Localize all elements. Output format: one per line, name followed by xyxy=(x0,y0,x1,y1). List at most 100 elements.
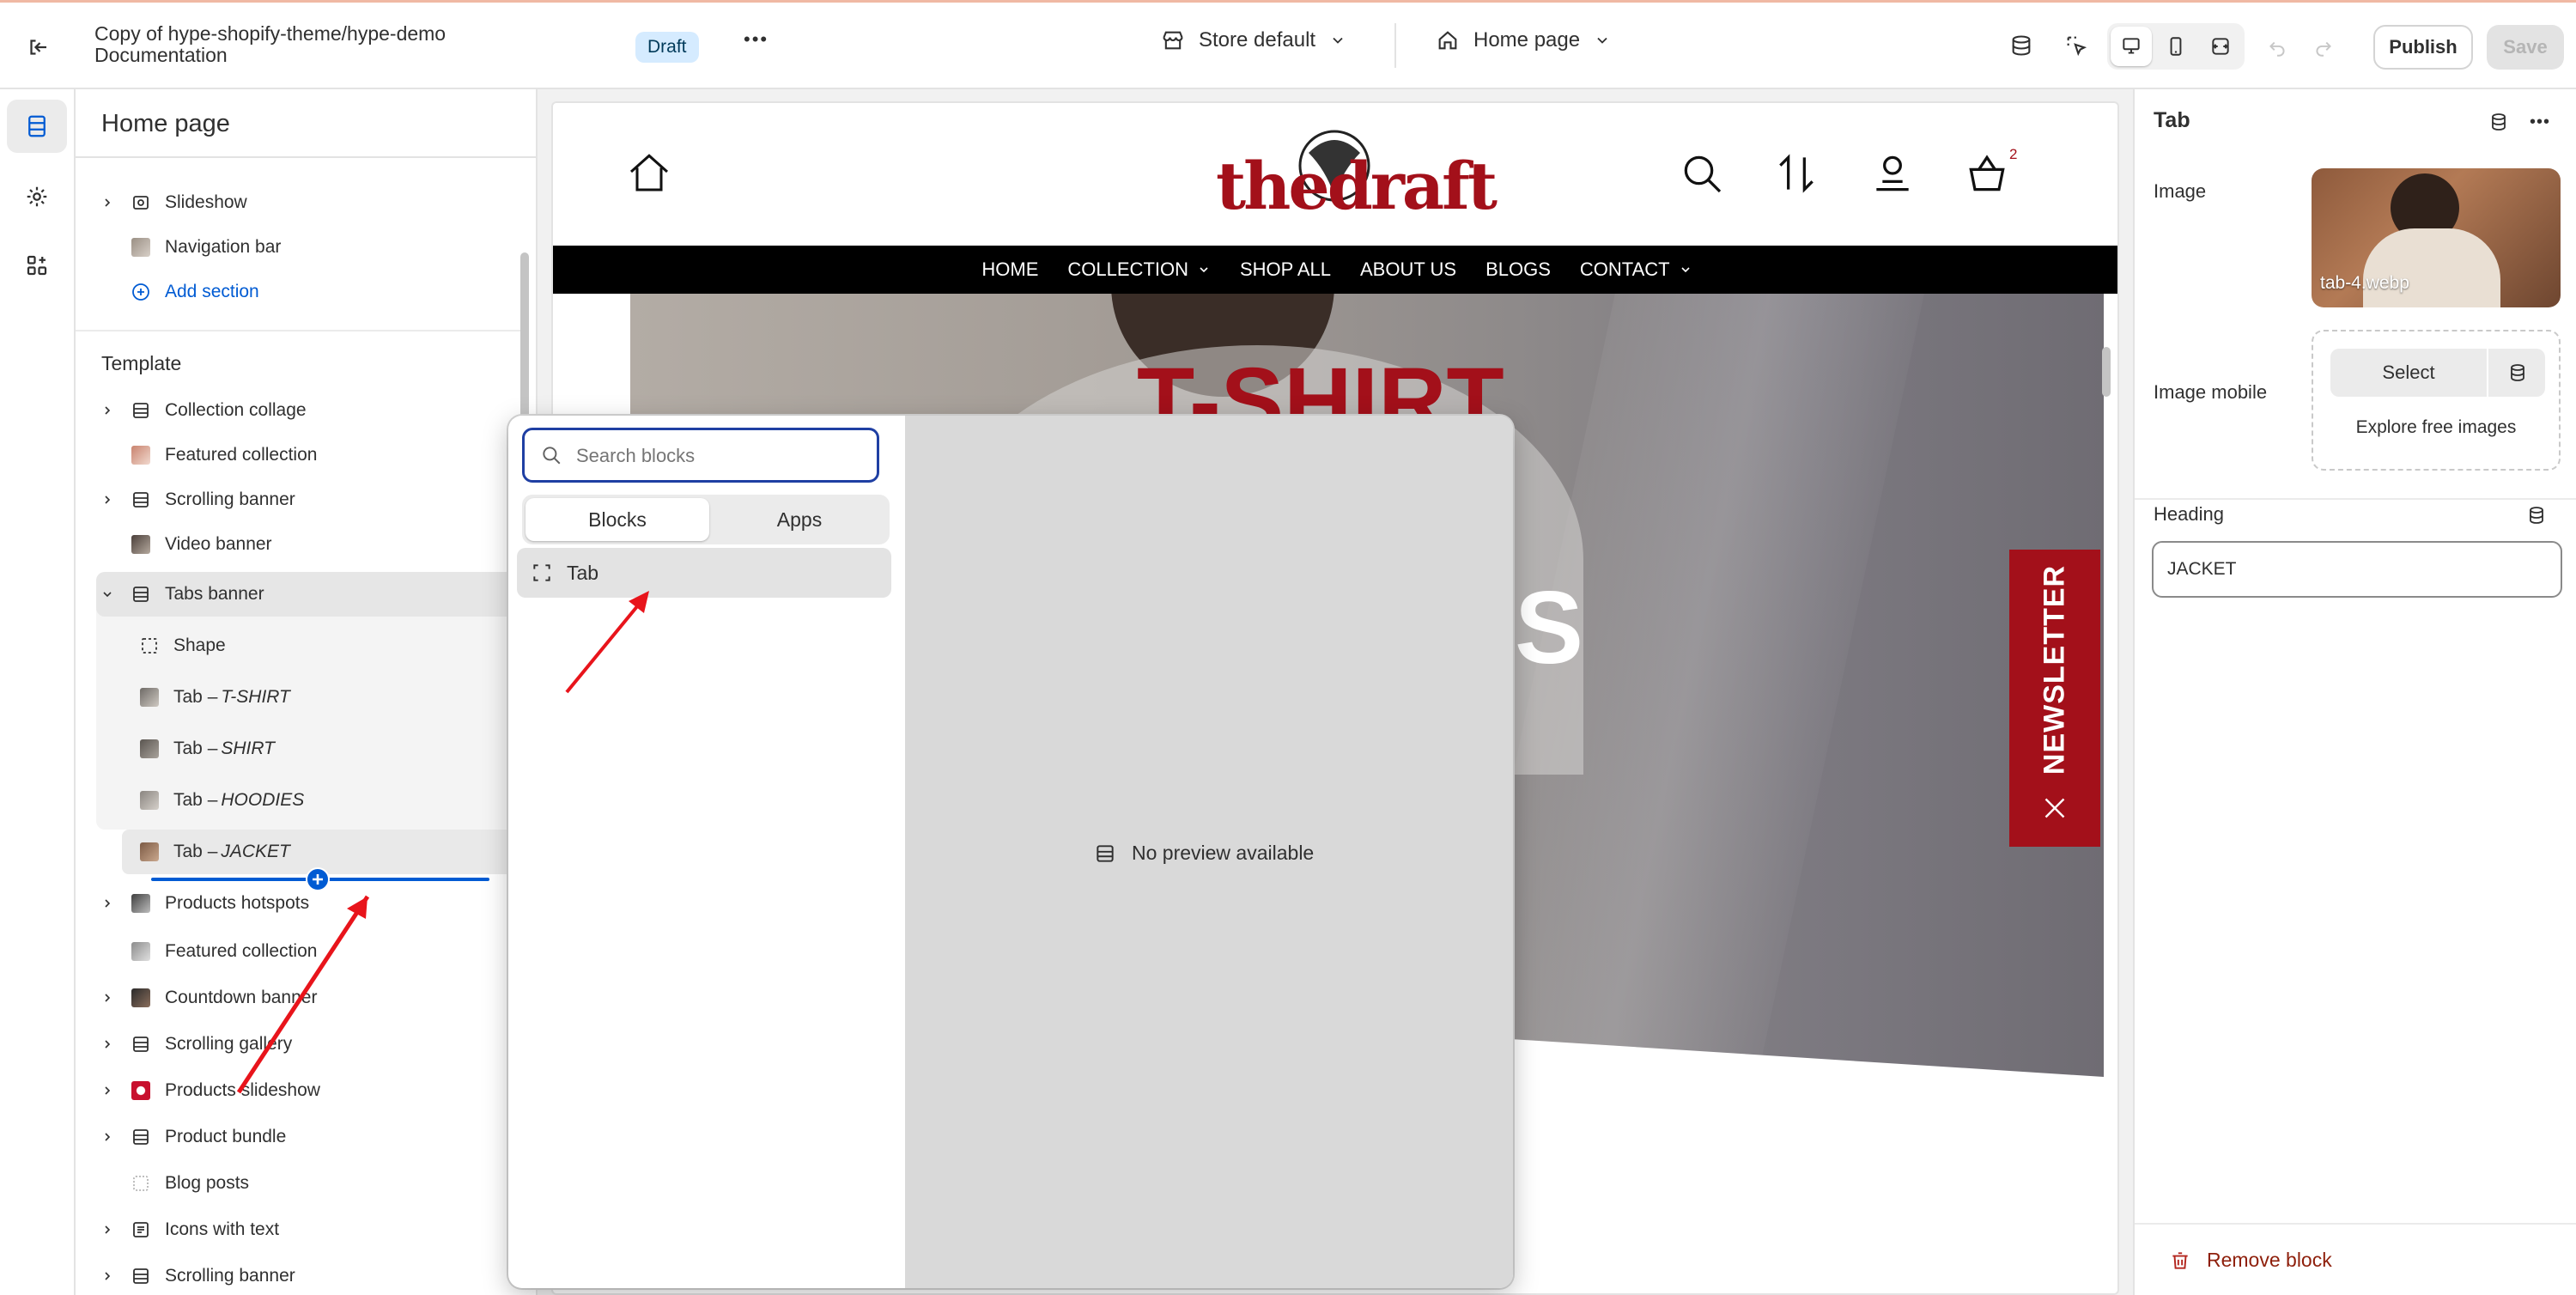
block-tab-shirt[interactable]: Tab – SHIRT xyxy=(122,727,517,771)
section-navigation-bar[interactable]: Navigation bar xyxy=(96,225,517,270)
inspector-select-icon[interactable] xyxy=(2059,28,2093,63)
section-featured-collection[interactable]: Featured collection xyxy=(96,433,517,477)
nav-about-us[interactable]: ABOUT US xyxy=(1360,258,1456,281)
desktop-icon[interactable] xyxy=(2111,27,2152,66)
database-icon[interactable] xyxy=(2483,106,2514,137)
fullscreen-icon[interactable] xyxy=(2200,27,2241,66)
chevron-right-icon[interactable] xyxy=(96,196,118,210)
explore-free-images-link[interactable]: Explore free images xyxy=(2313,417,2559,438)
remove-block-button[interactable]: Remove block xyxy=(2169,1249,2332,1272)
chevron-right-icon[interactable] xyxy=(96,1084,118,1097)
newsletter-tab[interactable]: NEWSLETTER xyxy=(2009,550,2100,847)
save-button[interactable]: Save xyxy=(2487,25,2564,70)
section-video-banner[interactable]: Video banner xyxy=(96,522,517,567)
nav-contact[interactable]: CONTACT xyxy=(1580,258,1692,281)
home-icon[interactable] xyxy=(623,146,675,198)
section-collection-collage[interactable]: Collection collage xyxy=(96,388,517,433)
nav-shop-all[interactable]: SHOP ALL xyxy=(1240,258,1331,281)
image-thumbnail-icon xyxy=(139,790,160,811)
search-blocks-input[interactable] xyxy=(576,441,865,471)
section-blog-posts[interactable]: Blog posts xyxy=(96,1161,517,1206)
store-logo[interactable]: thedraft xyxy=(1206,119,1498,247)
image-mobile-dropzone[interactable]: Select Explore free images xyxy=(2312,330,2561,471)
heading-input[interactable] xyxy=(2152,541,2562,598)
image-filename: tab-4.webp xyxy=(2320,273,2409,293)
page-title: Home page xyxy=(101,110,230,137)
publish-button[interactable]: Publish xyxy=(2373,25,2473,70)
image-thumbnail-icon xyxy=(131,893,151,914)
nav-blogs[interactable]: BLOGS xyxy=(1485,258,1551,281)
select-image-button[interactable]: Select xyxy=(2330,349,2488,397)
add-section-button[interactable]: Add section xyxy=(96,270,517,314)
store-selector[interactable]: Store default xyxy=(1161,28,1346,52)
block-icon xyxy=(533,564,550,581)
store-nav: HOME COLLECTION SHOP ALL ABOUT US BLOGS … xyxy=(553,246,2117,294)
chevron-right-icon[interactable] xyxy=(96,493,118,507)
inspector-title: Tab xyxy=(2154,108,2190,132)
block-tab-tshirt[interactable]: Tab – T-SHIRT xyxy=(122,675,517,720)
more-actions-button[interactable]: ••• xyxy=(744,28,769,51)
apps-icon[interactable] xyxy=(7,239,67,292)
chevron-right-icon[interactable] xyxy=(96,1269,118,1283)
image-thumbnail-icon xyxy=(131,237,151,258)
search-icon xyxy=(543,447,561,465)
chevron-right-icon[interactable] xyxy=(96,1130,118,1144)
search-icon[interactable] xyxy=(1676,148,1728,199)
image-thumbnail-icon xyxy=(131,534,151,555)
preview-scrollbar[interactable] xyxy=(2102,347,2111,397)
viewport-switcher xyxy=(2107,23,2245,70)
sections-icon[interactable] xyxy=(7,100,67,153)
chevron-down-icon[interactable] xyxy=(96,587,118,601)
database-icon[interactable] xyxy=(2521,500,2552,531)
tab-apps[interactable]: Apps xyxy=(713,498,886,541)
close-icon[interactable] xyxy=(2038,792,2071,824)
chevron-right-icon[interactable] xyxy=(96,1037,118,1051)
section-tabs-banner[interactable]: Tabs banner xyxy=(96,572,517,617)
section-slideshow[interactable]: Slideshow xyxy=(96,180,517,225)
chevron-right-icon[interactable] xyxy=(96,1223,118,1237)
section-label: Navigation bar xyxy=(165,237,282,257)
section-scrolling-banner-2[interactable]: Scrolling banner xyxy=(96,1254,517,1295)
section-icon xyxy=(1097,844,1114,862)
redo-icon[interactable] xyxy=(2306,30,2341,64)
theme-title-line2: Documentation xyxy=(94,44,228,66)
divider xyxy=(2135,1223,2576,1225)
nav-home[interactable]: HOME xyxy=(981,258,1038,281)
image-thumbnail-icon xyxy=(139,739,160,759)
theme-settings-icon[interactable] xyxy=(2004,28,2038,63)
undo-icon[interactable] xyxy=(2260,30,2294,64)
section-icon xyxy=(131,584,151,605)
image-picker[interactable]: tab-4.webp xyxy=(2312,168,2561,307)
text-icon xyxy=(131,1219,151,1240)
more-icon[interactable]: ••• xyxy=(2523,106,2557,137)
database-icon[interactable] xyxy=(2490,349,2545,397)
mobile-icon[interactable] xyxy=(2155,27,2196,66)
section-label: Featured collection xyxy=(165,445,318,465)
section-product-bundle[interactable]: Product bundle xyxy=(96,1115,517,1159)
cart-count-badge: 2 xyxy=(2009,146,2018,162)
section-scrolling-banner[interactable]: Scrolling banner xyxy=(96,477,517,522)
chevron-right-icon[interactable] xyxy=(96,404,118,417)
nav-collection[interactable]: COLLECTION xyxy=(1067,258,1211,281)
section-label: Scrolling banner xyxy=(165,489,295,509)
block-label-prefix: Tab – xyxy=(173,687,218,707)
exit-icon[interactable] xyxy=(19,28,57,66)
block-label-prefix: Tab – xyxy=(173,739,218,758)
section-label: Scrolling banner xyxy=(165,1266,295,1286)
page-selector[interactable]: Home page xyxy=(1436,28,1611,52)
cart-icon[interactable] xyxy=(1961,148,2013,199)
account-icon[interactable] xyxy=(1867,148,1918,199)
block-shape[interactable]: Shape xyxy=(122,623,517,668)
chevron-down-icon xyxy=(1681,267,1690,273)
sort-icon[interactable] xyxy=(1771,148,1822,199)
section-icons-with-text[interactable]: Icons with text xyxy=(96,1207,517,1252)
search-blocks-field[interactable] xyxy=(522,428,879,483)
block-tab-hoodies[interactable]: Tab – HOODIES xyxy=(122,778,517,823)
tab-blocks[interactable]: Blocks xyxy=(526,498,709,541)
plus-circle-icon xyxy=(131,282,151,302)
section-label: Collection collage xyxy=(165,400,307,420)
chevron-right-icon[interactable] xyxy=(96,991,118,1005)
gear-icon[interactable] xyxy=(7,170,67,223)
section-icon xyxy=(131,1127,151,1147)
chevron-right-icon[interactable] xyxy=(96,897,118,910)
